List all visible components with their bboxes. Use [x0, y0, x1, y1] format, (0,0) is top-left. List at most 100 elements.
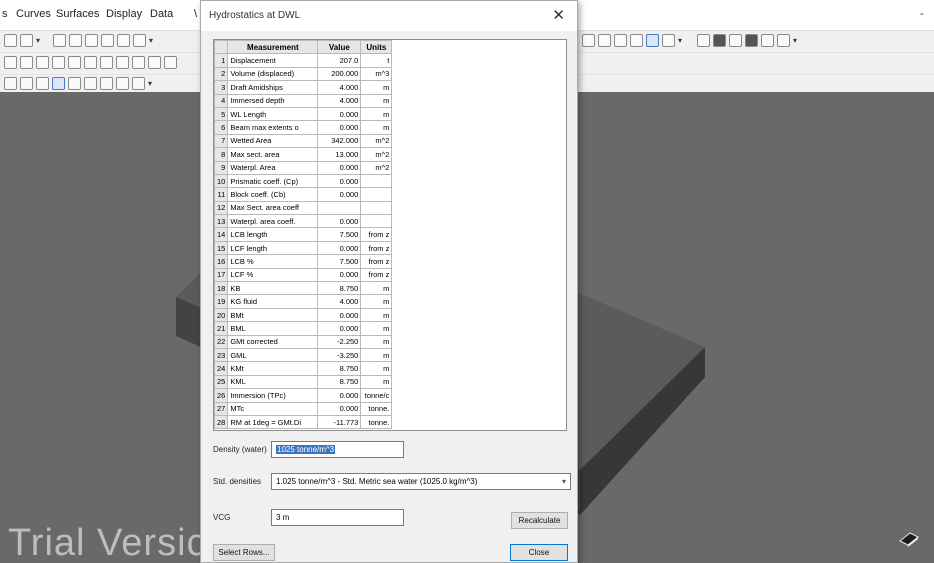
- table-row[interactable]: 28 RM at 1deg = GMt.Di -11.773 tonne.: [214, 414, 393, 430]
- table-row[interactable]: 17 LCF % 0.000 from z: [214, 267, 393, 283]
- line-icon[interactable]: [4, 56, 17, 69]
- table-row[interactable]: 18 KB 8.750 m: [214, 281, 393, 296]
- table-row[interactable]: 25 KML 8.750 m: [214, 374, 393, 390]
- close-button[interactable]: Close: [510, 544, 568, 561]
- trial-watermark: Trial Versic: [8, 522, 207, 563]
- table-row[interactable]: 26 Immersion (TPc) 0.000 tonne/c: [214, 388, 393, 403]
- render-icon[interactable]: [729, 34, 742, 47]
- table-row[interactable]: 15 LCF length 0.000 from z: [214, 240, 393, 256]
- chevron-down-icon[interactable]: ▾: [36, 34, 44, 47]
- menu-item-display[interactable]: Display: [106, 8, 142, 20]
- recalculate-button[interactable]: Recalculate: [511, 512, 568, 529]
- paste-icon[interactable]: [52, 56, 65, 69]
- select-icon[interactable]: [133, 34, 146, 47]
- home-view-icon[interactable]: [101, 34, 114, 47]
- wireframe-icon[interactable]: [697, 34, 710, 47]
- view-plan-icon[interactable]: [84, 77, 97, 90]
- view-iso-icon[interactable]: [68, 77, 81, 90]
- close-icon[interactable]: ✕: [552, 6, 565, 24]
- hydrostatics-grid[interactable]: Measurement Value Units 1 Displacement 207…: [213, 39, 567, 431]
- view-side-icon[interactable]: [20, 77, 33, 90]
- std-densities-value: 1.025 tonne/m^3 - Std. Metric sea water …: [276, 477, 478, 486]
- zoom-in-icon[interactable]: [53, 34, 66, 47]
- table-row[interactable]: 22 GMt corrected -2.250 m: [214, 334, 393, 349]
- vcg-label: VCG: [213, 513, 231, 522]
- menu-item-fragment-right[interactable]: \: [194, 8, 197, 20]
- menu-item-data[interactable]: Data: [150, 8, 173, 20]
- copy-icon[interactable]: [36, 56, 49, 69]
- table-row[interactable]: 7 Wetted Area 342.000 m^2: [214, 133, 393, 149]
- rotate-icon[interactable]: [85, 34, 98, 47]
- table-row[interactable]: 21 BML 0.000 m: [214, 321, 393, 336]
- view-cube-icon[interactable]: [898, 531, 920, 547]
- view-perspective-icon[interactable]: [52, 77, 65, 90]
- fillet-icon[interactable]: [148, 56, 161, 69]
- table-row[interactable]: 12 Max Sect. area coeff: [214, 200, 393, 216]
- table-row[interactable]: 5 WL Length 0.000 m: [214, 106, 393, 122]
- table-row[interactable]: 13 Waterpl. area coeff. 0.000: [214, 214, 393, 229]
- chevron-down-icon[interactable]: ▾: [149, 34, 157, 47]
- table-row[interactable]: 20 BMt 0.000 m: [214, 307, 393, 323]
- window-minimize-mark[interactable]: -: [920, 8, 924, 20]
- density-input[interactable]: 1025 tonne/m^3: [271, 441, 404, 458]
- value-cell: 342.000: [317, 133, 362, 149]
- table-row[interactable]: 10 Prismatic coeff. (Cp) 0.000: [214, 173, 393, 189]
- select-rows-button[interactable]: Select Rows...: [213, 544, 275, 561]
- lighting-icon[interactable]: [761, 34, 774, 47]
- table-row[interactable]: 19 KG fluid 4.000 m: [214, 294, 393, 309]
- shape-icon[interactable]: [662, 34, 675, 47]
- polyline-icon[interactable]: [20, 56, 33, 69]
- column-header-value[interactable]: Value: [317, 40, 362, 55]
- dialog-title-bar[interactable]: Hydrostatics at DWL ✕: [201, 1, 577, 31]
- menu-item-surfaces[interactable]: Surfaces: [56, 8, 99, 20]
- table-row[interactable]: 27 MTc 0.000 tonne.: [214, 401, 393, 416]
- view-profile-icon[interactable]: [116, 77, 129, 90]
- grid-icon[interactable]: [582, 34, 595, 47]
- trim-icon[interactable]: [100, 56, 113, 69]
- std-densities-select[interactable]: 1.025 tonne/m^3 - Std. Metric sea water …: [271, 473, 571, 490]
- table-row[interactable]: 14 LCB length 7.500 from z: [214, 227, 393, 242]
- column-header-units[interactable]: Units: [360, 40, 393, 55]
- mirror-icon[interactable]: [84, 56, 97, 69]
- measure-icon[interactable]: [68, 56, 81, 69]
- pan-icon[interactable]: [117, 34, 130, 47]
- units-cell: [360, 200, 393, 216]
- table-row[interactable]: 23 GML -3.250 m: [214, 347, 393, 363]
- split-icon[interactable]: [164, 56, 177, 69]
- extend-icon[interactable]: [116, 56, 129, 69]
- chevron-down-icon[interactable]: ▾: [148, 77, 156, 90]
- open-icon[interactable]: [20, 34, 33, 47]
- menu-item-curves[interactable]: Curves: [16, 8, 51, 20]
- vcg-input[interactable]: 3 m: [271, 509, 404, 526]
- view-top-icon[interactable]: [36, 77, 49, 90]
- table-row[interactable]: 1 Displacement 207.0 t: [214, 53, 393, 68]
- texture-icon[interactable]: [745, 34, 758, 47]
- offset-icon[interactable]: [132, 56, 145, 69]
- surface-icon[interactable]: [646, 34, 659, 47]
- layout-icon[interactable]: [598, 34, 611, 47]
- column-header-measurement[interactable]: Measurement: [227, 40, 319, 55]
- new-icon[interactable]: [4, 34, 17, 47]
- chevron-down-icon[interactable]: ▾: [793, 34, 801, 47]
- table-row[interactable]: 24 KMt 8.750 m: [214, 361, 393, 376]
- menu-item-fragment[interactable]: s: [2, 8, 8, 20]
- view-all-icon[interactable]: [132, 77, 145, 90]
- frame-icon[interactable]: [614, 34, 627, 47]
- shaded-icon[interactable]: [713, 34, 726, 47]
- table-row[interactable]: 2 Volume (displaced) 200.000 m^3: [214, 66, 393, 82]
- zoom-out-icon[interactable]: [69, 34, 82, 47]
- table-row[interactable]: 11 Block coeff. (Cb) 0.000: [214, 187, 393, 202]
- table-row[interactable]: 3 Draft Amidships 4.000 m: [214, 80, 393, 95]
- view-body-icon[interactable]: [100, 77, 113, 90]
- curve-icon[interactable]: [630, 34, 643, 47]
- table-row[interactable]: 9 Waterpl. Area 0.000 m^2: [214, 160, 393, 175]
- table-row[interactable]: 4 Immersed depth 4.000 m: [214, 93, 393, 108]
- display-options-icon[interactable]: [777, 34, 790, 47]
- table-row[interactable]: 16 LCB % 7.500 from z: [214, 254, 393, 269]
- table-row[interactable]: 8 Max sect. area 13.000 m^2: [214, 147, 393, 162]
- table-row[interactable]: 6 Beam max extents o 0.000 m: [214, 120, 393, 135]
- chevron-down-icon[interactable]: ▾: [678, 34, 686, 47]
- view-front-icon[interactable]: [4, 77, 17, 90]
- value-cell: 0.000: [317, 307, 362, 323]
- row-index: 9: [214, 160, 229, 175]
